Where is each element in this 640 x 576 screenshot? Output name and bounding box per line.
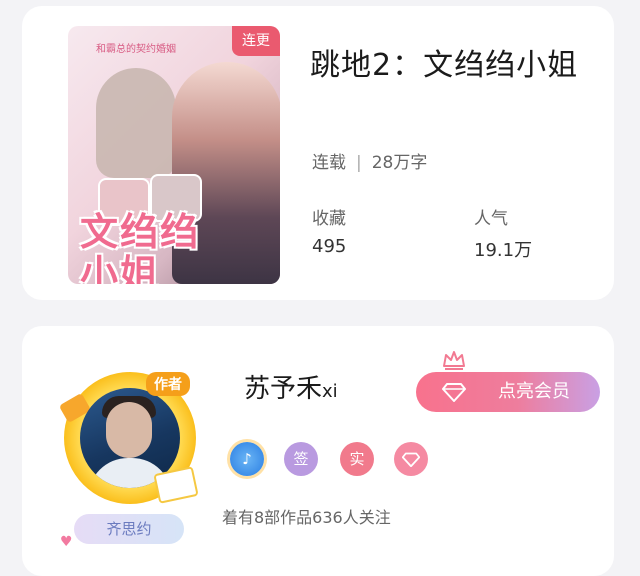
favorites-value: 495 <box>312 236 347 257</box>
author-stats: 着有8部作品636人关注 <box>222 508 391 527</box>
vip-button-label: 点亮会员 <box>498 381 570 402</box>
meta-divider: | <box>356 153 362 173</box>
heart-icon: ♥ <box>60 534 73 550</box>
popularity-value: 19.1万 <box>474 240 533 261</box>
author-card: 作者 齐思约 ♥ 苏予禾xi 点亮会员 ♪ 签 实 着有8部作品636人关注 <box>22 326 614 576</box>
book-title[interactable]: 跳地2：文绉绉小姐 <box>310 40 578 84</box>
word-count: 28万字 <box>371 153 428 173</box>
book-status: 连载 <box>312 153 346 173</box>
author-name[interactable]: 苏予禾xi <box>244 368 338 405</box>
status-tag: 连更 <box>232 26 280 56</box>
author-name-suffix: xi <box>322 381 338 402</box>
signed-badge[interactable]: 签 <box>284 442 318 476</box>
popularity-label: 人气 <box>474 209 508 229</box>
verified-badge[interactable]: 实 <box>340 442 374 476</box>
vip-button[interactable]: 点亮会员 <box>416 372 600 412</box>
diamond-icon <box>442 383 466 402</box>
pen-name-tag: 齐思约 <box>74 514 184 544</box>
diamond-icon[interactable] <box>394 442 428 476</box>
music-note-icon[interactable]: ♪ <box>230 442 264 476</box>
cover-small-text: 和霸总的契约婚姻 <box>96 44 176 55</box>
book-cover[interactable]: 和霸总的契约婚姻 文绉绉小姐 连更 <box>68 26 280 284</box>
book-card[interactable]: 和霸总的契约婚姻 文绉绉小姐 连更 跳地2：文绉绉小姐 连载 | 28万字 收藏 4… <box>22 6 614 300</box>
cover-figure-left <box>96 68 176 178</box>
cover-title: 文绉绉小姐 <box>80 210 201 284</box>
author-badge: 作者 <box>146 372 190 396</box>
crown-icon <box>443 351 465 370</box>
favorites-label: 收藏 <box>312 209 346 229</box>
book-meta: 连载 | 28万字 <box>312 148 427 173</box>
author-name-text: 苏予禾 <box>244 374 323 404</box>
avatar-face <box>106 402 152 458</box>
